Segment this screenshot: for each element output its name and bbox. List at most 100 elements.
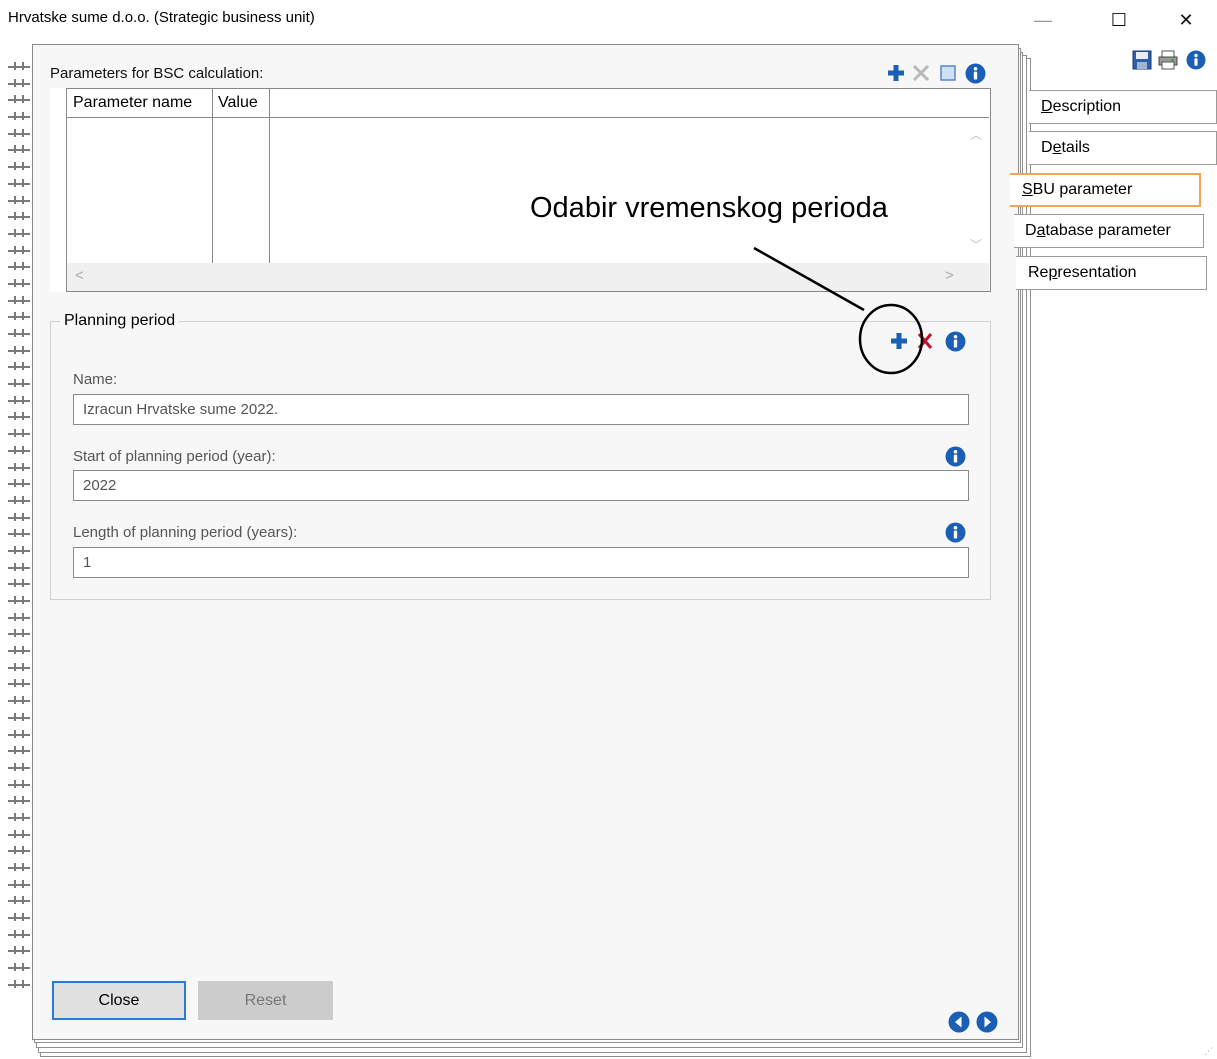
start-year-info-icon[interactable]: [945, 446, 966, 467]
resize-grip-icon[interactable]: ⋰: [1204, 1046, 1213, 1057]
spiral-ring: [6, 796, 32, 813]
add-parameter-icon[interactable]: [887, 64, 905, 82]
spiral-ring: [6, 479, 32, 496]
tab-sbu-parameter[interactable]: S BU parameter: [1010, 173, 1201, 207]
spiral-ring: [6, 879, 32, 897]
spiral-ring: [6, 863, 32, 880]
tab-label-part: tails: [1061, 139, 1090, 156]
spiral-ring: [6, 829, 32, 847]
bsc-section-title: Parameters for BSC calculation:: [50, 65, 264, 82]
maximize-button[interactable]: ☐: [1096, 4, 1142, 36]
scroll-down-icon[interactable]: ﹀: [970, 236, 982, 253]
column-separator: [269, 118, 270, 263]
spiral-ring: [6, 612, 32, 630]
column-separator: [212, 118, 213, 263]
spiral-ring: [6, 95, 32, 112]
spiral-ring: [6, 429, 32, 446]
spiral-ring: [6, 495, 32, 513]
spiral-ring: [6, 579, 32, 596]
spiral-ring: [6, 262, 32, 279]
print-icon[interactable]: [1158, 50, 1178, 70]
spiral-ring: [6, 629, 32, 646]
spiral-ring: [6, 512, 32, 530]
scroll-left-icon[interactable]: <: [75, 267, 84, 284]
info-icon[interactable]: [1186, 50, 1206, 70]
spiral-ring: [6, 662, 32, 680]
annotation-text: Odabir vremenskog perioda: [530, 192, 888, 224]
spiral-ring: [6, 913, 32, 930]
tab-label-part: D: [1025, 222, 1037, 239]
tab-details[interactable]: De tails: [1029, 131, 1217, 165]
spiral-ring: [6, 145, 32, 162]
tab-mnemonic: p: [1048, 264, 1058, 281]
spiral-ring: [6, 746, 32, 763]
spiral-ring: [6, 946, 32, 963]
spiral-ring: [6, 329, 32, 346]
column-header-parameter-name[interactable]: Parameter name: [73, 94, 192, 112]
delete-parameter-icon[interactable]: [912, 64, 930, 82]
spiral-ring: [6, 212, 32, 229]
window-title: Hrvatske sume d.o.o. (Strategic business…: [8, 9, 315, 26]
vertical-scrollbar[interactable]: ︿ ﹀: [962, 118, 989, 263]
spiral-ring: [6, 178, 32, 196]
close-button[interactable]: Close: [52, 981, 186, 1020]
spiral-ring: [6, 596, 32, 613]
grid-header-row: Parameter name Value: [67, 89, 989, 118]
spiral-ring: [6, 345, 32, 363]
length-field[interactable]: 1: [73, 547, 969, 578]
spiral-ring: [6, 729, 32, 747]
spiral-ring: [6, 195, 32, 213]
spiral-ring: [6, 545, 32, 563]
spiral-ring: [6, 128, 32, 146]
spiral-ring: [6, 529, 32, 546]
length-info-icon[interactable]: [945, 522, 966, 543]
spiral-ring: [6, 979, 32, 997]
bsc-info-icon[interactable]: [965, 63, 986, 84]
reset-button[interactable]: Reset: [198, 981, 333, 1020]
next-page-icon[interactable]: [976, 1011, 998, 1033]
spiral-ring: [6, 896, 32, 913]
tab-mnemonic: e: [1052, 139, 1062, 156]
period-info-icon[interactable]: [945, 331, 966, 352]
length-label: Length of planning period (years):: [73, 524, 298, 541]
spiral-ring: [6, 445, 32, 463]
tab-label-part: escription: [1052, 98, 1122, 115]
spiral-ring: [6, 779, 32, 797]
spiral-ring: [6, 963, 32, 980]
planning-period-title: Planning period: [60, 312, 180, 330]
start-year-field[interactable]: 2022: [73, 470, 969, 501]
tab-label-part: Re: [1028, 264, 1049, 281]
spiral-ring: [6, 228, 32, 246]
scroll-right-icon[interactable]: >: [945, 267, 954, 284]
name-label: Name:: [73, 371, 118, 388]
tab-mnemonic: S: [1022, 181, 1033, 198]
spiral-ring: [6, 646, 32, 663]
spiral-ring: [6, 712, 32, 730]
spiral-ring: [6, 62, 32, 79]
tab-description[interactable]: Description: [1029, 90, 1217, 124]
scroll-up-icon[interactable]: ︿: [970, 126, 982, 143]
spiral-ring: [6, 362, 32, 379]
spiral-ring: [6, 812, 32, 830]
tab-representation[interactable]: Re p resentation: [1016, 256, 1207, 290]
spiral-ring: [6, 696, 32, 713]
spiral-ring: [6, 846, 32, 863]
spiral-ring: [6, 278, 32, 296]
previous-page-icon[interactable]: [948, 1011, 970, 1033]
column-header-value[interactable]: Value: [218, 94, 258, 112]
close-window-button[interactable]: ✕: [1163, 4, 1209, 36]
title-bar: Hrvatske sume d.o.o. (Strategic business…: [0, 0, 1217, 42]
tab-mnemonic: a: [1036, 222, 1046, 239]
save-icon[interactable]: [1132, 50, 1152, 70]
grid-row-header: [50, 88, 67, 292]
tab-label-part: D: [1041, 139, 1053, 156]
tab-label-part: resentation: [1057, 264, 1137, 281]
spiral-ring: [6, 312, 32, 329]
tab-database-parameter[interactable]: Da tabase parameter: [1014, 214, 1204, 248]
spiral-binding: [6, 62, 32, 1012]
name-field[interactable]: Izracun Hrvatske sume 2022.: [73, 394, 969, 425]
minimize-button[interactable]: —: [1020, 4, 1066, 36]
select-all-icon[interactable]: [939, 64, 957, 82]
annotation-arrow: [753, 246, 924, 375]
tab-label-part: tabase parameter: [1045, 222, 1171, 239]
